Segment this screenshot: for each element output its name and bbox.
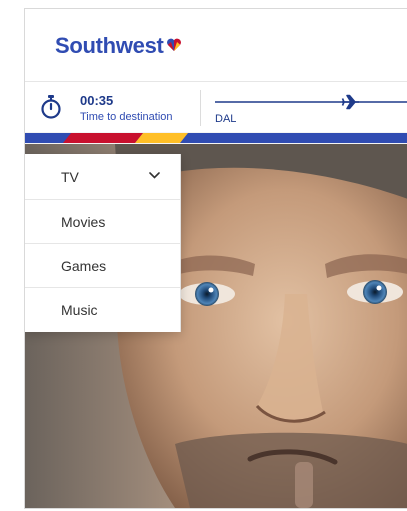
- menu-item-label: TV: [61, 168, 79, 185]
- chevron-down-icon: [149, 172, 160, 179]
- menu-item-tv[interactable]: TV: [25, 154, 180, 200]
- flight-status-bar: 00:35 Time to destination DAL: [25, 82, 407, 132]
- media-category-menu: TV Movies Games Music: [25, 154, 181, 332]
- airplane-icon: [341, 94, 359, 110]
- stopwatch-icon: [41, 95, 61, 119]
- menu-item-label: Movies: [61, 213, 106, 230]
- menu-item-label: Games: [61, 257, 107, 274]
- time-to-destination-value: 00:35: [80, 93, 114, 108]
- flight-route: [215, 94, 407, 110]
- brand-stripes: [25, 133, 407, 143]
- menu-item-label: Music: [61, 302, 98, 318]
- time-to-destination-label: Time to destination: [80, 111, 173, 123]
- app-window: Southwest 00:35 Time to destination DAL: [24, 8, 407, 509]
- header: Southwest: [25, 9, 407, 82]
- divider: [200, 90, 201, 126]
- brand-name: Southwest: [55, 33, 164, 58]
- origin-airport: DAL: [215, 113, 237, 125]
- menu-item-music[interactable]: Music: [25, 288, 180, 332]
- menu-item-games[interactable]: Games: [25, 244, 180, 288]
- heart-icon: [166, 38, 181, 51]
- menu-item-movies[interactable]: Movies: [25, 200, 180, 244]
- brand-logo[interactable]: Southwest: [55, 33, 182, 59]
